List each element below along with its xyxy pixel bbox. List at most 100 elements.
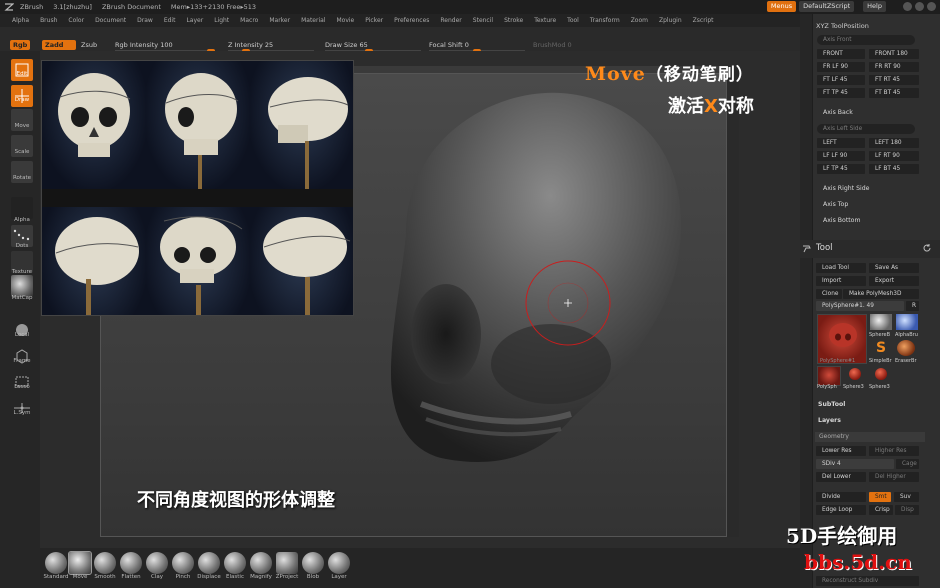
menu-macro[interactable]: Macro xyxy=(240,17,258,24)
menu-stencil[interactable]: Stencil xyxy=(473,17,493,24)
menu-zscript[interactable]: Zscript xyxy=(693,17,714,24)
subtool-section[interactable]: SubTool xyxy=(818,401,845,408)
edit-mode-button[interactable] xyxy=(11,59,33,81)
canvas-scrollbar[interactable] xyxy=(727,66,739,537)
tool-palette-header[interactable]: Tool xyxy=(800,240,940,258)
load-tool-button[interactable]: Load Tool xyxy=(816,263,866,273)
focal-shift-slider[interactable]: Focal Shift 0 xyxy=(429,40,525,53)
ft-bt-45-button[interactable]: FT BT 45 xyxy=(869,88,919,98)
reconstruct-subdiv-button[interactable]: Reconstruct Subdiv xyxy=(816,576,919,586)
brush-layer[interactable] xyxy=(328,552,350,574)
rgb-intensity-slider[interactable]: Rgb Intensity 100 xyxy=(115,40,215,53)
menu-zplugin[interactable]: Zplugin xyxy=(659,17,682,24)
menu-light[interactable]: Light xyxy=(214,17,229,24)
polysphere-thumbnail[interactable] xyxy=(817,314,867,364)
axis-front-button[interactable]: Axis Front xyxy=(817,35,915,45)
menu-stroke[interactable]: Stroke xyxy=(504,17,523,24)
menu-alpha[interactable]: Alpha xyxy=(12,17,29,24)
brush-clay[interactable] xyxy=(146,552,168,574)
menu-color[interactable]: Color xyxy=(68,17,84,24)
menu-movie[interactable]: Movie xyxy=(336,17,354,24)
axis-bottom-button[interactable]: Axis Bottom xyxy=(823,217,861,224)
polysph-small-thumbnail[interactable] xyxy=(817,366,841,386)
eraserbrush-icon[interactable] xyxy=(897,340,915,356)
sphereb-thumbnail[interactable] xyxy=(870,314,892,330)
alphabrush-thumbnail[interactable] xyxy=(896,314,918,330)
lower-res-button[interactable]: Lower Res xyxy=(816,446,866,456)
draw-size-slider[interactable]: Draw Size 65 xyxy=(325,40,421,53)
ft-tp-45-button[interactable]: FT TP 45 xyxy=(817,88,865,98)
axis-left-side-button[interactable]: Axis Left Side xyxy=(817,124,915,134)
divide-button[interactable]: Divide xyxy=(816,492,866,502)
suv-toggle[interactable]: Suv xyxy=(894,492,919,502)
del-higher-button[interactable]: Del Higher xyxy=(869,472,919,482)
menu-edit[interactable]: Edit xyxy=(164,17,176,24)
menu-texture[interactable]: Texture xyxy=(534,17,556,24)
axis-top-button[interactable]: Axis Top xyxy=(823,201,848,208)
cage-button[interactable]: Cage xyxy=(896,459,919,469)
menu-zoom[interactable]: Zoom xyxy=(631,17,648,24)
current-tool-slider[interactable]: PolySphere#1. 49 xyxy=(816,301,904,311)
menu-transform[interactable]: Transform xyxy=(590,17,620,24)
menu-material[interactable]: Material xyxy=(301,17,325,24)
menus-button[interactable]: Menus xyxy=(766,1,797,12)
export-button[interactable]: Export xyxy=(869,276,919,286)
r-button[interactable]: R xyxy=(906,301,919,311)
lf-rt-90-button[interactable]: LF RT 90 xyxy=(869,151,919,161)
ft-lf-45-button[interactable]: FT LF 45 xyxy=(817,75,865,85)
fr-rt-90-button[interactable]: FR RT 90 xyxy=(869,62,919,72)
sphere3-thumbnail[interactable] xyxy=(849,368,861,380)
brushmod-slider[interactable]: BrushMod 0 xyxy=(533,40,593,50)
sphere3-thumbnail[interactable] xyxy=(875,368,887,380)
crisp-toggle[interactable]: Crisp xyxy=(869,505,893,515)
save-as-button[interactable]: Save As xyxy=(869,263,919,273)
menu-preferences[interactable]: Preferences xyxy=(394,17,429,24)
matcap-button[interactable] xyxy=(11,275,33,297)
left-button[interactable]: LEFT xyxy=(817,138,865,148)
fr-lf-90-button[interactable]: FR LF 90 xyxy=(817,62,865,72)
simplebrush-icon[interactable]: S xyxy=(872,340,890,356)
brush-blob[interactable] xyxy=(302,552,324,574)
higher-res-button[interactable]: Higher Res xyxy=(869,446,919,456)
help-button[interactable]: Help xyxy=(863,1,886,12)
brush-displace[interactable] xyxy=(198,552,220,574)
maximize-icon[interactable] xyxy=(915,2,924,11)
front-button[interactable]: FRONT xyxy=(817,49,865,59)
alpha-button[interactable] xyxy=(11,197,33,219)
del-lower-button[interactable]: Del Lower xyxy=(816,472,866,482)
refresh-icon[interactable] xyxy=(922,243,932,253)
menu-picker[interactable]: Picker xyxy=(365,17,383,24)
lf-lf-90-button[interactable]: LF LF 90 xyxy=(817,151,865,161)
brush-elastic[interactable] xyxy=(224,552,246,574)
brush-standard[interactable] xyxy=(45,552,67,574)
menu-render[interactable]: Render xyxy=(440,17,461,24)
front-180-button[interactable]: FRONT 180 xyxy=(869,49,919,59)
rgb-toggle[interactable]: Rgb xyxy=(10,40,31,50)
lf-bt-45-button[interactable]: LF BT 45 xyxy=(869,164,919,174)
minimize-icon[interactable] xyxy=(903,2,912,11)
menu-draw[interactable]: Draw xyxy=(137,17,153,24)
draw-mode-button[interactable] xyxy=(11,85,33,107)
z-intensity-slider[interactable]: Z Intensity 25 xyxy=(228,40,314,53)
default-zscript-button[interactable]: DefaultZScript xyxy=(799,1,855,12)
smt-toggle[interactable]: Smt xyxy=(869,492,891,502)
close-icon[interactable] xyxy=(927,2,936,11)
menu-tool[interactable]: Tool xyxy=(567,17,579,24)
ft-rt-45-button[interactable]: FT RT 45 xyxy=(869,75,919,85)
menu-marker[interactable]: Marker xyxy=(269,17,290,24)
zadd-toggle[interactable]: Zadd xyxy=(42,40,76,50)
menu-document[interactable]: Document xyxy=(95,17,126,24)
sdiv-slider[interactable]: SDiv 4 xyxy=(816,459,894,469)
brush-pinch[interactable] xyxy=(172,552,194,574)
geometry-section[interactable]: Geometry xyxy=(815,432,925,442)
disp-toggle[interactable]: Disp xyxy=(895,505,919,515)
brush-flatten[interactable] xyxy=(120,552,142,574)
menu-layer[interactable]: Layer xyxy=(186,17,203,24)
brush-zproject[interactable] xyxy=(276,552,298,574)
edge-loop-button[interactable]: Edge Loop xyxy=(816,505,866,515)
left-180-button[interactable]: LEFT 180 xyxy=(869,138,919,148)
zsub-toggle[interactable]: Zsub xyxy=(78,40,100,50)
brush-smooth[interactable] xyxy=(94,552,116,574)
clone-button[interactable]: Clone xyxy=(816,289,842,299)
brush-magnify[interactable] xyxy=(250,552,272,574)
